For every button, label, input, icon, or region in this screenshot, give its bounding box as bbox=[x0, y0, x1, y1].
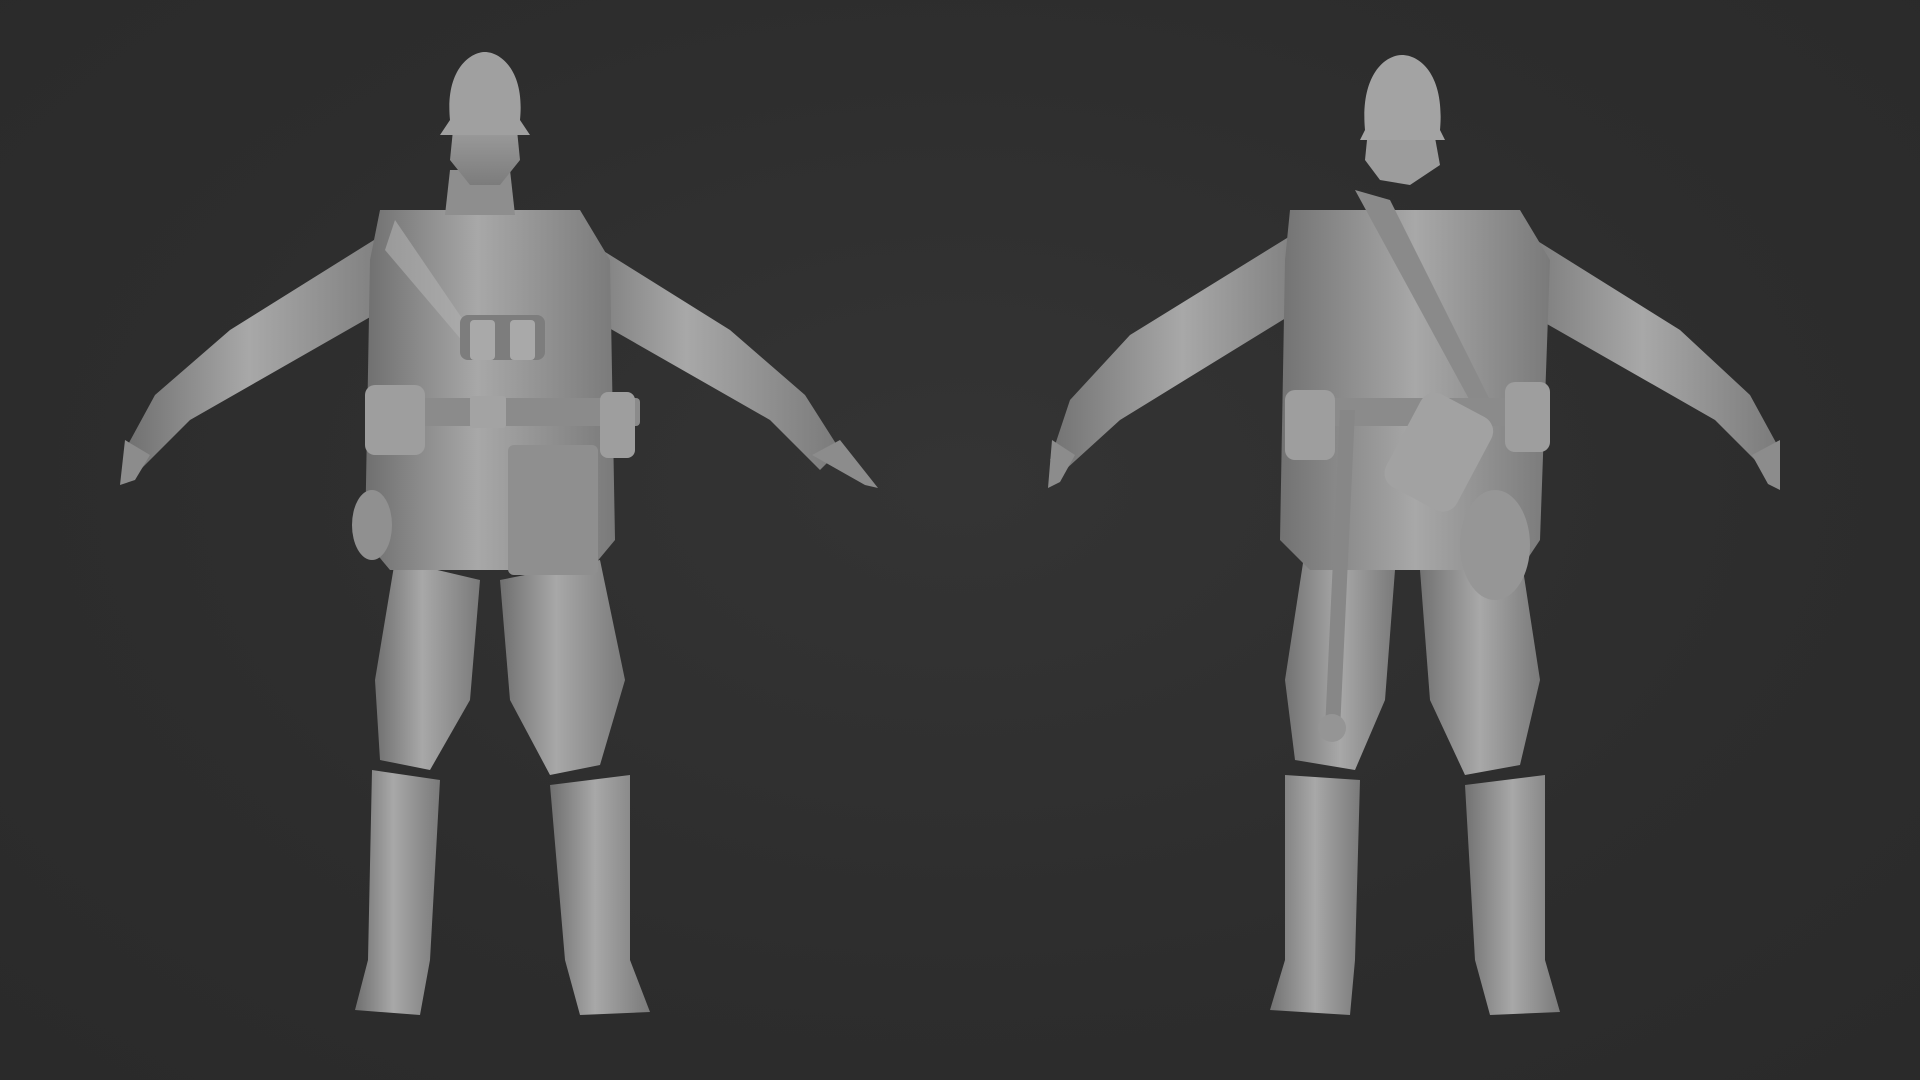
front-legs-boots bbox=[355, 560, 650, 1015]
front-torso bbox=[352, 170, 640, 575]
render-viewport bbox=[0, 0, 1920, 1080]
soldier-back-view bbox=[960, 0, 1920, 1080]
soldier-front-view-icon bbox=[120, 52, 878, 1015]
back-head-helmet bbox=[1360, 55, 1445, 185]
back-legs-boots bbox=[1270, 550, 1560, 1015]
soldier-front-view bbox=[0, 0, 960, 1080]
soldier-back-view-icon bbox=[1048, 55, 1780, 1015]
front-head-helmet bbox=[440, 52, 530, 185]
